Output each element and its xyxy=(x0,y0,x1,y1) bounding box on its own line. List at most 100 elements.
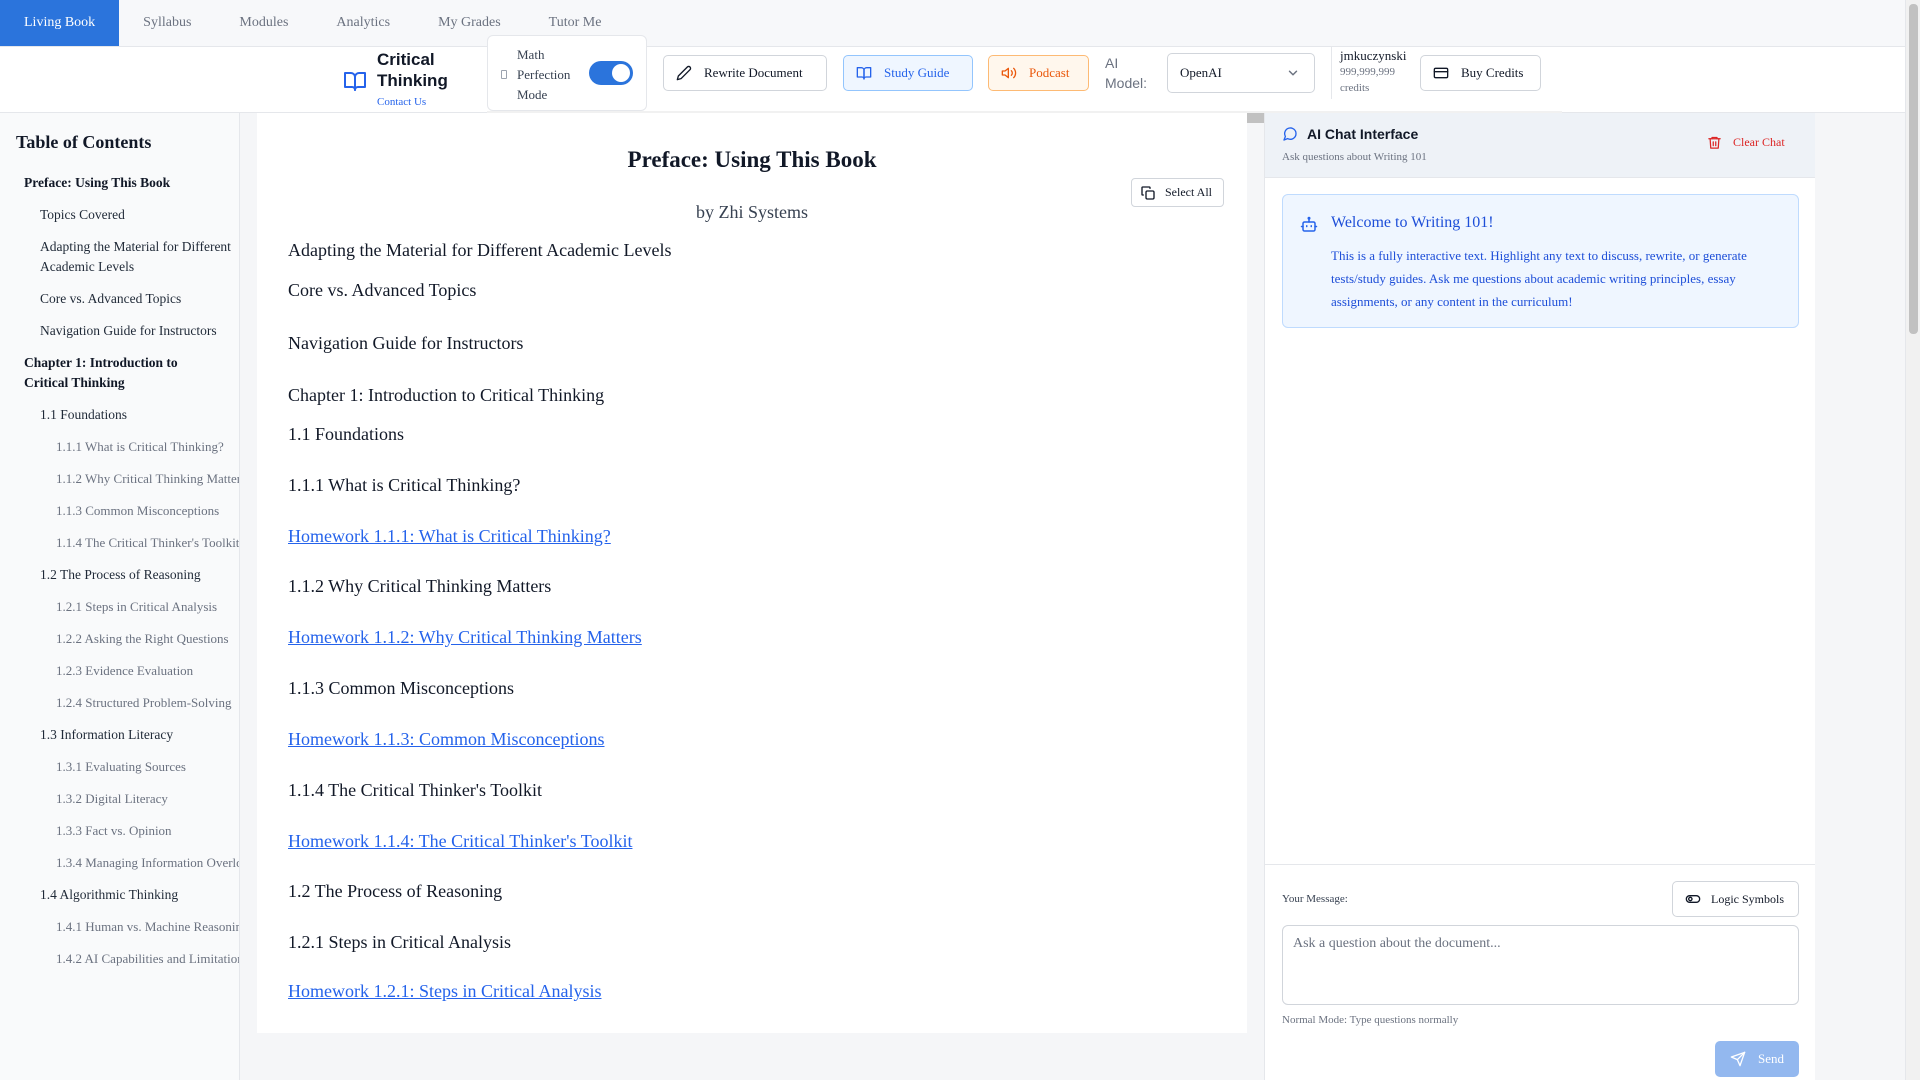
buy-credits-label: Buy Credits xyxy=(1461,65,1524,80)
calculator-icon xyxy=(501,70,507,79)
bot-icon xyxy=(1300,216,1318,234)
toc-list: Preface: Using This Book Topics Covered Ad… xyxy=(0,173,239,981)
study-guide-label: Study Guide xyxy=(884,65,950,80)
document-heading: 1.1.1 What is Critical Thinking? xyxy=(288,475,521,495)
welcome-message: Welcome to Writing 101! This is a fully … xyxy=(1282,194,1799,328)
toc-item[interactable]: 1.1.3 Common Misconceptions xyxy=(0,501,239,521)
document-heading: 1.2 The Process of Reasoning xyxy=(288,881,503,901)
chevron-down-icon xyxy=(1286,66,1300,80)
rewrite-document-button[interactable]: Rewrite Document xyxy=(663,55,827,91)
toc-item[interactable]: 1.3.3 Fact vs. Opinion xyxy=(0,821,239,841)
copy-icon xyxy=(1140,185,1156,201)
study-guide-button[interactable]: Study Guide xyxy=(843,55,973,91)
contact-us-link[interactable]: Contact Us xyxy=(377,96,426,108)
book-icon xyxy=(856,65,872,81)
homework-link[interactable]: Homework 1.1.1: What is Critical Thinkin… xyxy=(288,526,611,547)
clear-chat-button[interactable]: Clear Chat xyxy=(1707,135,1785,150)
vertical-scrollbar-thumb[interactable] xyxy=(1909,4,1918,334)
chat-divider xyxy=(1265,864,1816,865)
right-gutter xyxy=(1815,113,1905,1080)
toc-item[interactable]: Preface: Using This Book xyxy=(0,173,215,193)
toc-item[interactable]: 1.3.1 Evaluating Sources xyxy=(0,757,239,777)
message-input[interactable] xyxy=(1282,925,1799,1005)
toc-item[interactable]: Navigation Guide for Instructors xyxy=(0,321,239,341)
logic-symbols-button[interactable]: Logic Symbols xyxy=(1672,881,1799,917)
ai-model-select[interactable]: OpenAI xyxy=(1167,53,1315,93)
document-heading: Navigation Guide for Instructors xyxy=(288,333,524,353)
toc-item[interactable]: 1.4 Algorithmic Thinking xyxy=(0,885,239,905)
message-label: Your Message: xyxy=(1282,893,1348,905)
username: jmkuczynski xyxy=(1340,48,1407,63)
toc-item[interactable]: Chapter 1: Introduction to Critical Thin… xyxy=(0,353,215,393)
toc-item[interactable]: Topics Covered xyxy=(0,205,239,225)
document-page[interactable]: Preface: Using This Book Select All by Z… xyxy=(257,113,1247,1033)
rewrite-document-label: Rewrite Document xyxy=(704,65,803,80)
toc-item[interactable]: 1.3.2 Digital Literacy xyxy=(0,789,239,809)
toc-item[interactable]: 1.2.3 Evidence Evaluation xyxy=(0,661,239,681)
chat-subtitle: Ask questions about Writing 101 xyxy=(1282,151,1427,163)
message-circle-icon xyxy=(1282,126,1298,142)
document-author: by Zhi Systems xyxy=(695,202,808,222)
toc-item[interactable]: 1.3 Information Literacy xyxy=(0,725,239,745)
ai-model-label: AI Model: xyxy=(1105,55,1148,91)
toc-item[interactable]: 1.2.2 Asking the Right Questions xyxy=(0,629,239,649)
toc-title: Table of Contents xyxy=(16,132,152,152)
select-all-label: Select All xyxy=(1165,185,1212,199)
homework-link[interactable]: Homework 1.1.2: Why Critical Thinking Ma… xyxy=(288,627,642,648)
pencil-icon xyxy=(676,65,692,81)
document-heading: Chapter 1: Introduction to Critical Thin… xyxy=(288,385,605,405)
toc-item[interactable]: 1.3.4 Managing Information Overload xyxy=(0,853,239,873)
homework-link[interactable]: Homework 1.1.4: The Critical Thinker's T… xyxy=(288,831,632,852)
nav-tab-modules[interactable]: Modules xyxy=(215,0,312,46)
podcast-button[interactable]: Podcast xyxy=(988,55,1089,91)
toggle-knob xyxy=(612,64,630,82)
send-button[interactable]: Send xyxy=(1715,1041,1799,1077)
homework-link[interactable]: Homework 1.1.3: Common Misconceptions xyxy=(288,729,604,750)
chat-header: AI Chat Interface Ask questions about Wr… xyxy=(1265,113,1816,178)
ai-model-value: OpenAI xyxy=(1180,65,1222,80)
toc-item[interactable]: 1.1.4 The Critical Thinker's Toolkit xyxy=(0,533,239,553)
toc-item[interactable]: 1.1.1 What is Critical Thinking? xyxy=(0,437,239,457)
podcast-label: Podcast xyxy=(1029,65,1070,80)
document-heading: Core vs. Advanced Topics xyxy=(288,280,477,300)
credit-balance: 999,999,999 credits xyxy=(1340,66,1395,94)
document-heading: 1.1 Foundations xyxy=(288,424,405,444)
toc-item[interactable]: 1.4.2 AI Capabilities and Limitations xyxy=(0,949,239,969)
document-area: ◀ ▶ Preface: Using This Book Select All … xyxy=(240,111,1562,1080)
toc-item[interactable]: 1.2.1 Steps in Critical Analysis xyxy=(0,597,239,617)
speaker-icon xyxy=(1001,65,1017,81)
document-title: Preface: Using This Book xyxy=(627,147,877,172)
toc-item[interactable]: 1.4.1 Human vs. Machine Reasoning xyxy=(0,917,239,937)
toc-item[interactable]: Core vs. Advanced Topics xyxy=(0,289,239,309)
math-perfection-mode-control: Math Perfection Mode xyxy=(487,35,647,111)
toc-item[interactable]: 1.1.2 Why Critical Thinking Matters xyxy=(0,469,239,489)
document-heading: 1.1.4 The Critical Thinker's Toolkit xyxy=(288,780,542,800)
send-label: Send xyxy=(1758,1051,1784,1066)
nav-tab-analytics[interactable]: Analytics xyxy=(312,0,414,46)
credit-card-icon xyxy=(1433,65,1449,81)
homework-link[interactable]: Homework 1.2.1: Steps in Critical Analys… xyxy=(288,981,601,1002)
ai-chat-panel: AI Chat Interface Ask questions about Wr… xyxy=(1264,113,1816,1080)
toolbar: Critical Thinking Contact Us Math Perfec… xyxy=(0,35,1905,113)
math-perfection-mode-label: Math Perfection Mode xyxy=(517,47,571,102)
buy-credits-button[interactable]: Buy Credits xyxy=(1420,55,1541,91)
welcome-body: This is a fully interactive text. Highli… xyxy=(1331,248,1747,309)
document-heading: 1.2.1 Steps in Critical Analysis xyxy=(288,932,511,952)
toc-item[interactable]: Adapting the Material for Different Acad… xyxy=(0,237,239,277)
nav-tab-syllabus[interactable]: Syllabus xyxy=(119,0,215,46)
clear-chat-label: Clear Chat xyxy=(1733,135,1785,149)
math-perfection-mode-toggle[interactable] xyxy=(589,61,633,85)
vertical-scrollbar[interactable] xyxy=(1905,0,1920,1080)
book-title: Critical Thinking xyxy=(377,50,448,90)
toc-item[interactable]: 1.1 Foundations xyxy=(0,405,239,425)
table-of-contents-sidebar: Table of Contents Preface: Using This Bo… xyxy=(0,113,240,1080)
book-open-icon xyxy=(343,69,367,93)
chat-title: AI Chat Interface xyxy=(1307,126,1419,142)
toc-item[interactable]: 1.2 The Process of Reasoning xyxy=(0,565,239,585)
nav-tab-living-book[interactable]: Living Book xyxy=(0,0,120,46)
trash-icon xyxy=(1707,135,1722,150)
document-heading: 1.1.3 Common Misconceptions xyxy=(288,678,514,698)
mode-note: Normal Mode: Type questions normally xyxy=(1282,1014,1459,1026)
user-info: jmkuczynski 999,999,999 credits xyxy=(1331,47,1410,99)
toc-item[interactable]: 1.2.4 Structured Problem-Solving xyxy=(0,693,239,713)
